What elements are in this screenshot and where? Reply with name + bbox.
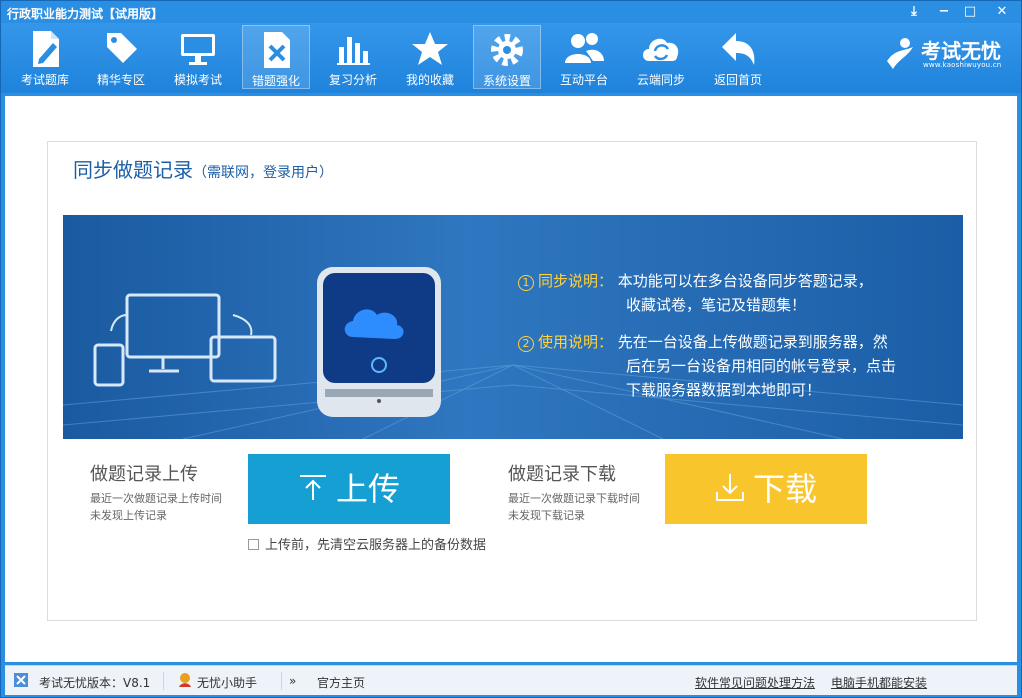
tag-icon (107, 33, 137, 63)
banner-illustration (63, 267, 963, 439)
usage-desc-line3: 下载服务器数据到本地即可！ (626, 381, 822, 399)
cloud-sync-icon (643, 38, 679, 61)
step-number: 2 (518, 336, 534, 352)
download-icon[interactable]: ⤓ (903, 3, 925, 21)
tool-home[interactable]: 返回首页 (704, 25, 772, 89)
bar-chart-icon (337, 37, 370, 65)
download-note-value: 未发现下载记录 (508, 509, 585, 522)
tool-featured[interactable]: 精华专区 (87, 25, 155, 89)
upload-title: 做题记录上传 (90, 464, 198, 485)
status-bar: 考试无忧版本：V8.1 无忧小助手 » 官方主页 软件常见问题处理方法 电脑手机… (5, 665, 1017, 695)
tool-label: 错题强化 (251, 74, 300, 88)
download-button[interactable]: 下载 (665, 454, 867, 524)
upload-note-label: 最近一次做题记录上传时间 (90, 492, 222, 505)
sync-desc-line2: 收藏试卷，笔记及错题集！ (626, 296, 807, 314)
star-icon (412, 32, 448, 65)
app-status-icon (13, 672, 29, 691)
sync-info: 1 同步说明： 本功能可以在多台设备同步答题记录， 收藏试卷，笔记及错题集！ (518, 269, 873, 317)
faq-link[interactable]: 软件常见问题处理方法 (695, 674, 815, 691)
download-title: 做题记录下载 (508, 464, 616, 485)
step-number: 1 (518, 275, 534, 291)
document-pen-icon (33, 31, 59, 67)
main-toolbar: 考试题库 精华专区 模拟考试 错题强化 复习分析 我的收藏 系统设置 互动平台 … (1, 23, 1021, 93)
tool-mock-exam[interactable]: 模拟考试 (164, 25, 232, 89)
users-icon (565, 33, 604, 63)
tool-label: 系统设置 (482, 74, 531, 88)
download-icon (715, 456, 745, 526)
monitor-icon (181, 34, 215, 65)
tool-label: 精华专区 (96, 73, 145, 87)
sync-desc-line1: 本功能可以在多台设备同步答题记录， (617, 272, 873, 290)
tool-favorites[interactable]: 我的收藏 (396, 25, 464, 89)
gear-icon (491, 34, 523, 66)
logo-icon (887, 38, 913, 69)
brand-name: 考试无忧 (921, 39, 1001, 63)
close-button[interactable]: ✕ (991, 3, 1013, 21)
clear-backup-option[interactable]: 上传前，先清空云服务器上的备份数据 (248, 534, 486, 553)
content-area: 同步做题记录（需联网，登录用户） 1 同步说明： 本功能可以在多台设备同步答题记… (5, 96, 1017, 662)
tool-label: 云端同步 (636, 73, 685, 87)
status-divider (281, 672, 282, 690)
title-bar: 行政职业能力测试【试用版】 ⤓ − □ ✕ (1, 1, 1021, 25)
download-note: 最近一次做题记录下载时间 未发现下载记录 (508, 490, 640, 524)
upload-note-value: 未发现上传记录 (90, 509, 167, 522)
usage-info: 2 使用说明： 先在一台设备上传做题记录到服务器，然 后在另一台设备用相同的帐号登… (518, 330, 896, 402)
tool-exam-bank[interactable]: 考试题库 (11, 25, 79, 89)
upload-note: 最近一次做题记录上传时间 未发现上传记录 (90, 490, 222, 524)
sync-panel: 同步做题记录（需联网，登录用户） 1 同步说明： 本功能可以在多台设备同步答题记… (47, 141, 977, 621)
sync-banner: 1 同步说明： 本功能可以在多台设备同步答题记录， 收藏试卷，笔记及错题集！ 2使… (63, 215, 963, 439)
window-title: 行政职业能力测试【试用版】 (7, 7, 164, 21)
page-title: 同步做题记录（需联网，登录用户） (73, 154, 333, 183)
app-window: 行政职业能力测试【试用版】 ⤓ − □ ✕ 考试题库 精华专区 模拟考试 错题强… (0, 0, 1022, 698)
tool-settings[interactable]: 系统设置 (473, 25, 541, 89)
tool-review-analysis[interactable]: 复习分析 (319, 25, 387, 89)
back-arrow-icon (722, 33, 755, 65)
assistant-link[interactable]: 无忧小助手 (197, 674, 257, 691)
upload-button-label: 上传 (335, 470, 400, 508)
clear-backup-label: 上传前，先清空云服务器上的备份数据 (265, 538, 487, 553)
upload-button[interactable]: 上传 (248, 454, 450, 524)
tool-label: 互动平台 (559, 73, 608, 87)
minimize-button[interactable]: − (933, 3, 955, 21)
tool-cloud-sync[interactable]: 云端同步 (627, 25, 695, 89)
homepage-link[interactable]: 官方主页 (317, 674, 365, 691)
tool-wrong-questions[interactable]: 错题强化 (242, 25, 310, 89)
status-divider (163, 672, 164, 690)
brand-url: www.kaoshiwuyou.cn (923, 61, 1002, 69)
tool-label: 复习分析 (328, 73, 377, 87)
sync-tag: 同步说明： (538, 272, 614, 290)
download-note-label: 最近一次做题记录下载时间 (508, 492, 640, 505)
tool-label: 我的收藏 (405, 73, 454, 87)
usage-tag: 使用说明： (538, 333, 614, 351)
version-text: 考试无忧版本：V8.1 (39, 676, 151, 690)
assistant-icon (177, 672, 193, 691)
upload-icon (298, 456, 328, 526)
tool-label: 模拟考试 (173, 73, 222, 87)
page-title-text: 同步做题记录 (73, 158, 193, 182)
mobile-install-link[interactable]: 电脑手机都能安装 (831, 674, 927, 691)
tool-label: 考试题库 (20, 73, 69, 87)
download-button-label: 下载 (752, 470, 817, 508)
double-chevron-icon: » (289, 674, 297, 688)
usage-desc-line1: 先在一台设备上传做题记录到服务器，然 (617, 333, 888, 351)
maximize-button[interactable]: □ (959, 3, 981, 21)
usage-desc-line2: 后在另一台设备用相同的帐号登录，点击 (626, 357, 897, 375)
clear-backup-checkbox[interactable] (248, 539, 259, 550)
wrong-document-icon (264, 32, 290, 68)
tool-interaction[interactable]: 互动平台 (550, 25, 618, 89)
page-subtitle: （需联网，登录用户） (193, 165, 333, 181)
tool-label: 返回首页 (713, 73, 762, 87)
